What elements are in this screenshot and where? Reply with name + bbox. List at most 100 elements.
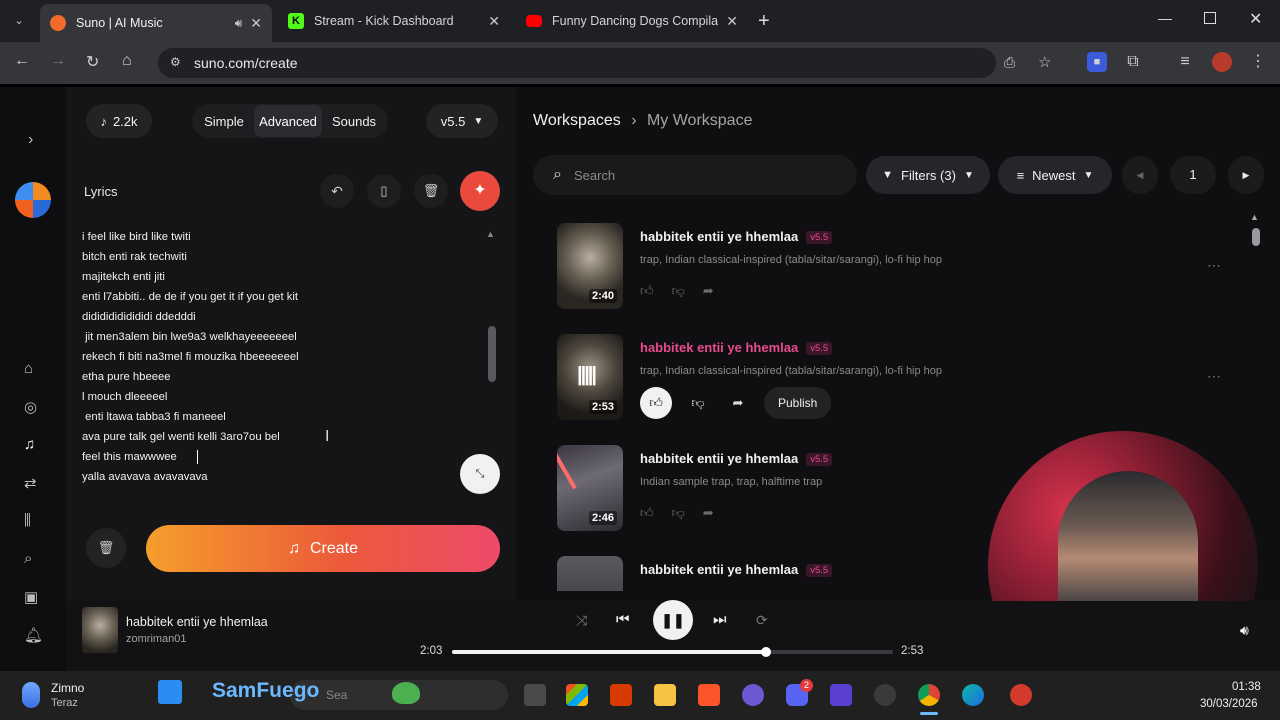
bitwarden-icon[interactable]	[830, 684, 852, 706]
clear-icon[interactable]: 🗑︎	[86, 528, 126, 568]
close-window-icon[interactable]: ✕	[1249, 9, 1262, 29]
edge-icon[interactable]	[962, 684, 984, 706]
song-row[interactable]: 2:40 habbitek entii ye hhemlaa v5.5 trap,…	[557, 223, 1221, 319]
prev-page-icon[interactable]: ◀	[1122, 156, 1158, 194]
credits-badge[interactable]: ♪ 2.2k	[86, 104, 152, 138]
volume-icon[interactable]: 🔊︎	[1240, 622, 1249, 639]
dislike-icon[interactable]: 👎︎	[672, 283, 685, 299]
file-explorer-icon[interactable]	[654, 684, 676, 706]
bookmark-star-icon[interactable]: ☆	[1038, 53, 1051, 71]
extensions-icon[interactable]: ⧉	[1123, 52, 1143, 72]
song-title[interactable]: habbitek entii ye hhemlaa v5.5	[640, 229, 833, 244]
brave-icon[interactable]	[698, 684, 720, 706]
expand-sidebar-icon[interactable]: ›	[28, 131, 33, 149]
studio-nav-icon[interactable]: ⇄	[24, 474, 37, 492]
song-title[interactable]: habbitek entii ye hhemlaa v5.5	[640, 340, 833, 355]
progress-track[interactable]	[452, 647, 893, 657]
next-page-icon[interactable]: ▶	[1228, 156, 1264, 194]
tab-youtube[interactable]: Funny Dancing Dogs Compilatio ✕	[516, 6, 748, 36]
weather-title[interactable]: Zimno	[51, 681, 84, 695]
mode-simple[interactable]: Simple	[198, 105, 250, 137]
clock-time[interactable]: 01:38	[1232, 681, 1261, 693]
list-scroll-up-icon[interactable]: ▲	[1250, 212, 1259, 222]
dislike-icon[interactable]: 👎︎	[684, 387, 712, 419]
song-cover[interactable]: 2:46	[557, 445, 623, 531]
app-circle-icon[interactable]	[742, 684, 764, 706]
reload-icon[interactable]: ↻	[86, 52, 99, 72]
minimize-icon[interactable]: —	[1158, 10, 1172, 26]
tray-app-icon[interactable]	[1010, 684, 1032, 706]
undo-icon[interactable]: ↶	[320, 174, 354, 208]
forward-icon[interactable]: →	[50, 52, 66, 70]
home-icon[interactable]: ⌂	[122, 52, 132, 70]
search-nav-icon[interactable]: ⌕	[24, 550, 32, 567]
install-icon[interactable]: ⎙	[1004, 54, 1015, 71]
more-options-icon[interactable]: ⋯	[1207, 368, 1221, 385]
song-cover[interactable]	[557, 556, 623, 591]
trash-icon[interactable]: 🗑︎	[414, 174, 448, 208]
notifications-nav-icon[interactable]: 🔔︎	[24, 626, 43, 644]
store-icon[interactable]	[610, 684, 632, 706]
clock-date[interactable]: 30/03/2026	[1200, 698, 1258, 710]
more-options-icon[interactable]: ⋯	[1207, 257, 1221, 274]
bookmark-icon[interactable]: ▯	[367, 174, 401, 208]
breadcrumb-workspaces[interactable]: Workspaces	[533, 112, 621, 129]
close-tab-icon[interactable]: ✕	[726, 13, 738, 30]
shuffle-icon[interactable]: ⤨	[576, 612, 587, 629]
list-scrollbar-thumb[interactable]	[1252, 228, 1260, 246]
previous-track-icon[interactable]: ⏮︎	[616, 611, 630, 628]
tab-suno[interactable]: Suno | AI Music 🔊︎ ✕	[40, 4, 272, 42]
profile-avatar-icon[interactable]	[1212, 52, 1232, 72]
mode-sounds[interactable]: Sounds	[326, 105, 382, 137]
create-nav-icon[interactable]: ♫	[24, 436, 35, 453]
new-tab-icon[interactable]: +	[758, 10, 770, 33]
task-view-icon[interactable]	[524, 684, 546, 706]
sort-button[interactable]: ≡ Newest ▼	[998, 156, 1112, 194]
browser-menu-icon[interactable]: ⋮	[1248, 52, 1268, 72]
version-dropdown[interactable]: v5.5 ▼	[426, 104, 498, 138]
collapse-lyrics-icon[interactable]: ⤡	[460, 454, 500, 494]
windows-widget-icon[interactable]	[566, 684, 588, 706]
search-input[interactable]: ⌕ Search	[533, 155, 857, 195]
player-artist[interactable]: zomriman01	[126, 633, 187, 645]
create-button[interactable]: ♫ Create	[146, 525, 500, 572]
lyrics-scroll-up-icon[interactable]: ▲	[486, 229, 495, 239]
start-button[interactable]	[158, 680, 182, 704]
library-nav-icon[interactable]: ⫼	[24, 512, 31, 529]
tab-search-button[interactable]: ⌄	[10, 12, 28, 30]
explore-nav-icon[interactable]: ◎	[24, 398, 37, 416]
restore-icon[interactable]	[1204, 12, 1216, 24]
repeat-icon[interactable]: ⟳	[756, 612, 768, 629]
extension-shield-icon[interactable]: ■	[1087, 52, 1107, 72]
close-tab-icon[interactable]: ✕	[250, 15, 262, 32]
site-info-icon[interactable]: ⚙	[170, 55, 181, 69]
player-cover[interactable]	[82, 607, 118, 653]
discord-icon[interactable]: 2	[786, 679, 813, 706]
back-icon[interactable]: ←	[14, 52, 30, 70]
share-icon[interactable]: ➦	[703, 283, 714, 299]
like-icon[interactable]: 👍︎	[640, 387, 672, 419]
next-track-icon[interactable]: ⏭︎	[713, 611, 727, 628]
home-nav-icon[interactable]: ⌂	[24, 360, 33, 377]
like-icon[interactable]: 👍︎	[640, 283, 654, 299]
lyrics-scrollbar-thumb[interactable]	[488, 326, 496, 382]
player-title[interactable]: habbitek entii ye hhemlaa	[126, 615, 268, 629]
song-title[interactable]: habbitek entii ye hhemlaa v5.5	[640, 562, 833, 577]
chrome-icon[interactable]	[918, 684, 940, 706]
dislike-icon[interactable]: 👎︎	[672, 505, 685, 521]
share-icon[interactable]: ➦	[724, 387, 752, 419]
media-control-icon[interactable]: ≡	[1175, 52, 1195, 72]
suno-logo-icon[interactable]	[15, 182, 51, 218]
publish-button[interactable]: Publish	[764, 387, 832, 419]
hooks-nav-icon[interactable]: ▣	[24, 588, 38, 606]
magic-wand-icon[interactable]: ✦	[460, 171, 500, 211]
progress-knob[interactable]	[760, 647, 771, 657]
song-cover[interactable]: 2:40	[557, 223, 623, 309]
tab-kick[interactable]: K Stream - Kick Dashboard ✕	[278, 6, 510, 36]
song-row-playing[interactable]: ||||| 2:53 habbitek entii ye hhemlaa v5.5…	[557, 334, 1221, 430]
song-title[interactable]: habbitek entii ye hhemlaa v5.5	[640, 451, 833, 466]
like-icon[interactable]: 👍︎	[640, 505, 654, 521]
close-tab-icon[interactable]: ✕	[488, 13, 500, 30]
song-cover[interactable]: ||||| 2:53	[557, 334, 623, 420]
share-icon[interactable]: ➦	[703, 505, 714, 521]
